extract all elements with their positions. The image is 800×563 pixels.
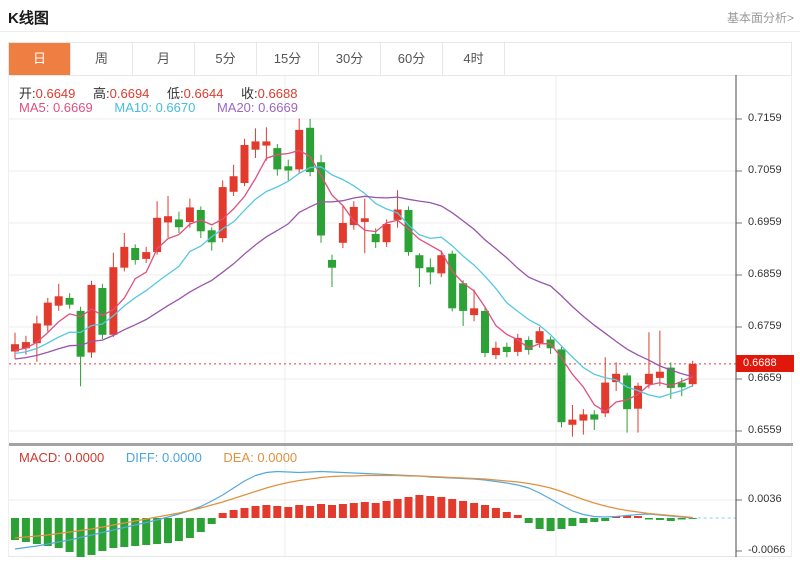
high-value: 0.6694 [109,86,150,101]
diff-value: 0.0000 [162,450,202,465]
tab-60min[interactable]: 60分 [381,43,443,75]
y-axis-label: 0.7059 [748,164,782,176]
tab-4hour[interactable]: 4时 [443,43,505,75]
fundamental-analysis-link[interactable]: 基本面分析> [727,9,794,26]
candlestick-chart [9,75,742,443]
y-axis-label: 0.6659 [748,372,782,384]
open-value: 0.6649 [35,86,76,101]
low-label: 低: [167,86,184,101]
tab-5min[interactable]: 5分 [195,43,257,75]
tab-day[interactable]: 日 [9,43,71,75]
ma5-label: MA5: [19,100,50,115]
ma10-label: MA10: [114,100,152,115]
high-label: 高: [93,86,110,101]
dea-label: DEA: [223,450,254,465]
macd-label: MACD: [19,450,61,465]
y-axis-label: 0.6559 [748,424,782,436]
y-axis-label: 0.6959 [748,216,782,228]
current-price-tag: 0.6688 [736,355,794,373]
ma20-label: MA20: [216,100,255,115]
open-label: 开: [19,86,36,101]
macd-axis-label: -0.0066 [748,544,786,556]
tab-30min[interactable]: 30分 [319,43,381,75]
y-axis-label: 0.6759 [748,320,782,332]
ma10-value: 0.6670 [155,100,196,115]
diff-label: DIFF: [125,450,159,465]
macd-axis-label: 0.0036 [748,493,782,505]
tab-month[interactable]: 月 [133,43,195,75]
header: K线图 基本面分析> [0,0,800,32]
low-value: 0.6644 [183,86,224,101]
ma-info-row: MA5: 0.6669 MA10: 0.6670 MA20: 0.6669 [19,100,298,115]
y-axis-label: 0.7159 [748,112,782,124]
page-title: K线图 [8,10,49,27]
macd-value: 0.0000 [64,450,105,465]
tab-15min[interactable]: 15分 [257,43,319,75]
ma20-value: 0.6669 [258,100,298,115]
close-label: 收: [241,86,258,101]
close-value: 0.6688 [257,86,298,101]
chart-region: 开:0.6649 高:0.6694 低:0.6644 收:0.6688 MA5:… [8,75,794,557]
y-axis-label: 0.6859 [748,268,782,280]
period-tabbar: 日 周 月 5分 15分 30分 60分 4时 [8,42,792,76]
macd-info-row: MACD: 0.0000 DIFF: 0.0000 DEA: 0.0000 [19,450,297,465]
dea-value: 0.0000 [257,450,298,465]
tab-week[interactable]: 周 [71,43,133,75]
ma5-value: 0.6669 [52,100,93,115]
